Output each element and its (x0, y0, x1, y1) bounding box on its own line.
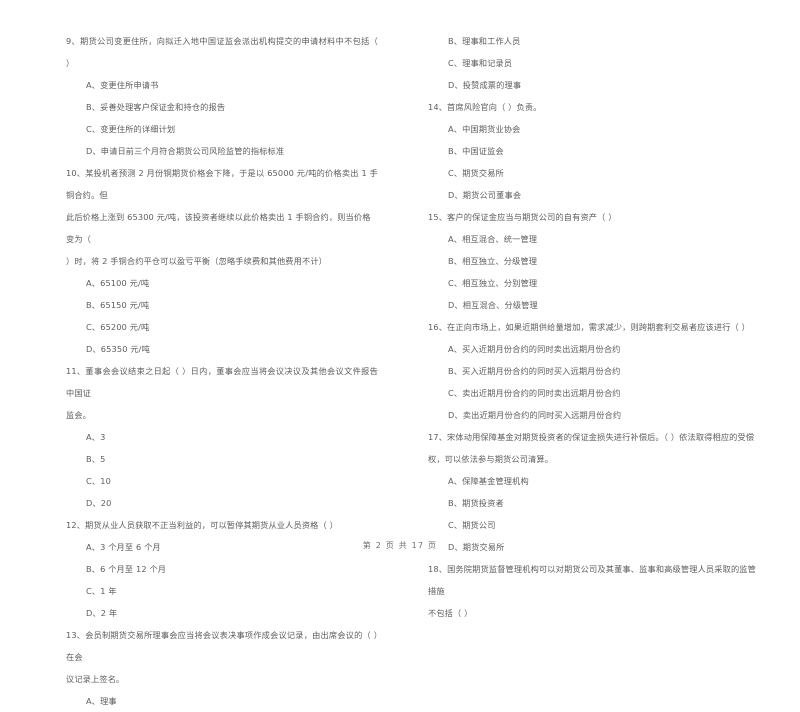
question-stem: 9、期货公司变更住所，向拟迁入地中国证监会派出机构提交的申请材料中不包括（ ） (66, 36, 378, 68)
answer-option: C、相互独立、分别管理 (448, 278, 538, 288)
page-footer: 第 2 页 共 17 页 (362, 541, 438, 550)
question-stem-continuation: 监会。 (66, 410, 92, 420)
answer-option: D、20 (86, 498, 112, 508)
answer-option: D、相互混合、分级管理 (448, 300, 538, 310)
answer-option: B、5 (86, 454, 106, 464)
question-stem-continuation: 权，可以依法参与期货公司清算。 (428, 454, 554, 464)
question-stem: 14、首席风险官向（ ）负责。 (428, 102, 542, 112)
answer-option: D、65350 元/吨 (86, 344, 150, 354)
answer-option: B、6 个月至 12 个月 (86, 564, 167, 574)
answer-option: C、期货公司 (448, 520, 496, 530)
question-stem: 15、客户的保证金应当与期货公司的自有资产（ ） (428, 212, 617, 222)
question-stem: 13、会员制期货交易所理事会应当将会议表决事项作成会议记录，由出席会议的（ ）在… (66, 630, 378, 662)
answer-option: C、10 (86, 476, 111, 486)
answer-option: D、申请日前三个月符合期货公司风险监管的指标标准 (86, 146, 285, 156)
answer-option: B、中国证监会 (448, 146, 504, 156)
answer-option: D、期货公司董事会 (448, 190, 522, 200)
answer-option: C、卖出近期月份合约的同时卖出远期月份合约 (448, 388, 621, 398)
answer-option: B、理事和工作人员 (448, 36, 521, 46)
answer-option: B、妥善处理客户保证金和持仓的报告 (86, 102, 226, 112)
question-stem: 12、期货从业人员获取不正当利益的，可以暂停其期货从业人员资格（ ） (66, 520, 338, 530)
answer-option: A、65100 元/吨 (86, 278, 150, 288)
question-stem-continuation: ）时，将 2 手铜合约平仓可以盈亏平衡（忽略手续费和其他费用不计） (66, 256, 327, 266)
answer-option: B、相互独立、分级管理 (448, 256, 538, 266)
answer-option: A、变更住所申请书 (86, 80, 159, 90)
answer-option: A、保障基金管理机构 (448, 476, 529, 486)
answer-option: C、变更住所的详细计划 (86, 124, 176, 134)
answer-option: A、买入近期月份合约的同时卖出远期月份合约 (448, 344, 621, 354)
question-stem-continuation: 议记录上签名。 (66, 674, 125, 684)
answer-option: A、相互混合、统一管理 (448, 234, 538, 244)
answer-option: D、投赞成票的理事 (448, 80, 522, 90)
right-column: B、理事和工作人员 C、理事和记录员 D、投赞成票的理事 14、首席风险官向（ ）负责… (400, 30, 800, 618)
question-stem: 10、某投机者预测 2 月份铜期货价格会下降，于是以 65000 元/吨的价格卖… (66, 168, 378, 200)
question-stem: 16、在正向市场上，如果近期供给量增加，需求减少，则跨期套利交易者应该进行（ ） (428, 322, 750, 332)
answer-option: A、理事 (86, 696, 117, 706)
answer-option: A、3 (86, 432, 106, 442)
answer-option: D、卖出近期月份合约的同时买入远期月份合约 (448, 410, 622, 420)
answer-option: A、中国期货业协会 (448, 124, 521, 134)
answer-option: B、买入近期月份合约的同时买入远期月份合约 (448, 366, 621, 376)
answer-option: C、理事和记录员 (448, 58, 513, 68)
question-stem-continuation: 此后价格上涨到 65300 元/吨，该投资者继续以此价格卖出 1 手铜合约，则当… (66, 212, 371, 244)
answer-option: C、65200 元/吨 (86, 322, 150, 332)
left-column: 9、期货公司变更住所，向拟迁入地中国证监会派出机构提交的申请材料中不包括（ ） A… (0, 30, 400, 706)
answer-option: D、2 年 (86, 608, 118, 618)
answer-option: B、65150 元/吨 (86, 300, 150, 310)
answer-option: C、1 年 (86, 586, 117, 596)
answer-option: B、期货投资者 (448, 498, 504, 508)
question-stem: 17、宋体动用保障基金对期货投资者的保证金损失进行补偿后。（ ）依法取得相应的受… (428, 432, 755, 442)
question-stem: 11、董事会会议结束之日起（ ）日内，董事会应当将会议决议及其他会议文件报告中国… (66, 366, 378, 398)
exam-page: 9、期货公司变更住所，向拟迁入地中国证监会派出机构提交的申请材料中不包括（ ） A… (0, 0, 800, 706)
two-column-body: 9、期货公司变更住所，向拟迁入地中国证监会派出机构提交的申请材料中不包括（ ） A… (0, 30, 800, 706)
question-stem-continuation: 不包括（ ） (428, 608, 473, 618)
answer-option: C、期货交易所 (448, 168, 504, 178)
